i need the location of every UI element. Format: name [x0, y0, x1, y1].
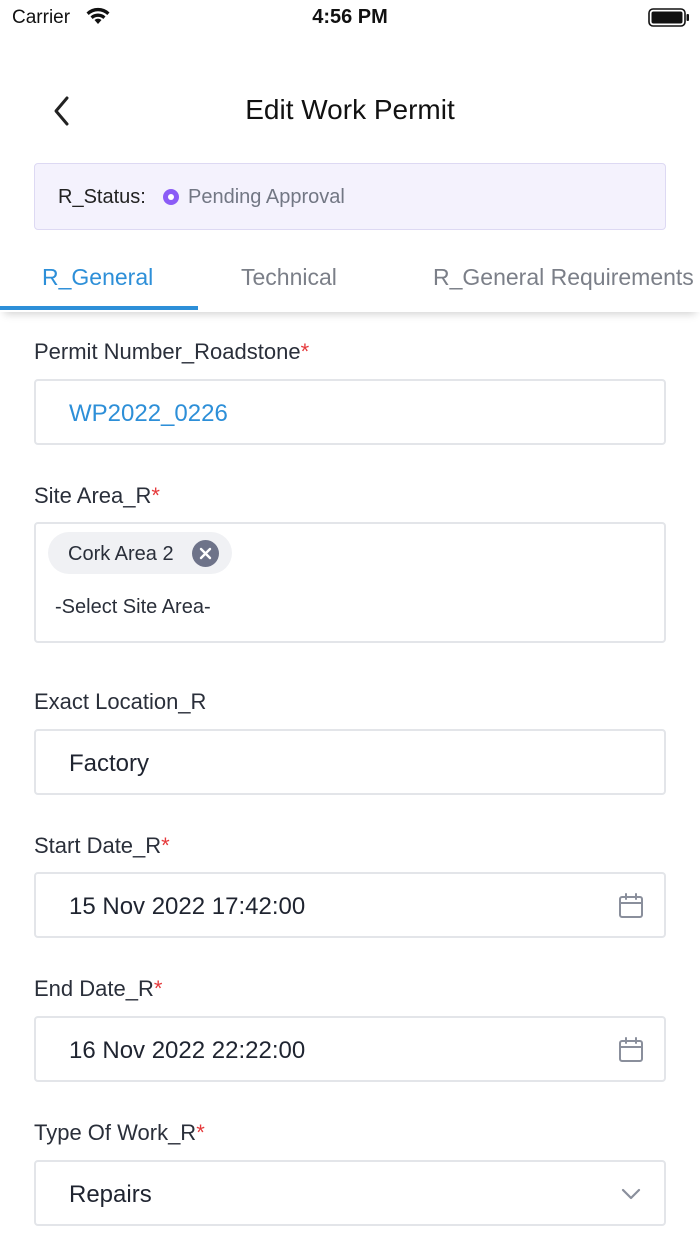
- exact-location-field[interactable]: Factory: [34, 729, 666, 795]
- type-of-work-value: Repairs: [69, 1181, 152, 1208]
- status-value: Pending Approval: [188, 186, 345, 208]
- site-area-chip: Cork Area 2: [48, 532, 232, 574]
- status-banner: R_Status: Pending Approval: [34, 163, 666, 230]
- permit-number-label-text: Permit Number_Roadstone: [34, 339, 301, 364]
- tab-technical[interactable]: Technical: [241, 264, 337, 291]
- status-dot-icon: [163, 189, 179, 205]
- end-date-label-text: End Date_R: [34, 976, 154, 1001]
- required-marker: *: [153, 976, 163, 1001]
- active-tab-indicator: [0, 306, 198, 310]
- battery-icon: [648, 8, 689, 27]
- start-date-label: Start Date_R*: [34, 833, 170, 859]
- tab-bar: R_General Technical R_General Requiremen…: [0, 244, 700, 312]
- required-marker: *: [300, 339, 310, 364]
- status-bar: Carrier 4:56 PM: [0, 0, 700, 36]
- exact-location-label: Exact Location_R: [34, 689, 206, 715]
- navigation-header: Edit Work Permit: [0, 78, 700, 144]
- site-area-placeholder: -Select Site Area-: [55, 596, 211, 618]
- type-of-work-select[interactable]: Repairs: [34, 1160, 666, 1226]
- tab-r-general-requirements[interactable]: R_General Requirements: [433, 264, 694, 291]
- exact-location-value: Factory: [69, 750, 150, 777]
- calendar-icon[interactable]: [618, 893, 644, 919]
- site-area-label: Site Area_R*: [34, 483, 160, 509]
- start-date-value: 15 Nov 2022 17:42:00: [69, 893, 306, 920]
- remove-chip-button[interactable]: [192, 540, 219, 567]
- end-date-field[interactable]: 16 Nov 2022 22:22:00: [34, 1016, 666, 1082]
- calendar-icon[interactable]: [618, 1037, 644, 1063]
- chevron-down-icon: [621, 1188, 641, 1200]
- required-marker: *: [196, 1120, 205, 1145]
- start-date-label-text: Start Date_R: [34, 833, 162, 858]
- type-of-work-label: Type Of Work_R*: [34, 1120, 205, 1146]
- site-area-label-text: Site Area_R: [34, 483, 152, 508]
- permit-number-label: Permit Number_Roadstone*: [34, 339, 309, 365]
- end-date-label: End Date_R*: [34, 976, 162, 1002]
- page-title: Edit Work Permit: [245, 94, 455, 125]
- type-of-work-label-text: Type Of Work_R: [34, 1120, 197, 1145]
- required-marker: *: [161, 833, 170, 858]
- start-date-field[interactable]: 15 Nov 2022 17:42:00: [34, 872, 666, 938]
- status-label: R_Status:: [58, 186, 146, 208]
- clock-time: 4:56 PM: [312, 6, 388, 28]
- permit-number-field[interactable]: WP2022_0226: [34, 379, 666, 445]
- required-marker: *: [151, 483, 160, 508]
- permit-number-value: WP2022_0226: [69, 400, 228, 427]
- site-area-chip-label: Cork Area 2: [68, 543, 174, 565]
- end-date-value: 16 Nov 2022 22:22:00: [69, 1037, 306, 1064]
- tab-r-general[interactable]: R_General: [42, 264, 153, 291]
- exact-location-label-text: Exact Location_R: [34, 689, 207, 714]
- close-icon: [199, 547, 212, 560]
- site-area-multiselect[interactable]: Cork Area 2 -Select Site Area-: [34, 522, 666, 643]
